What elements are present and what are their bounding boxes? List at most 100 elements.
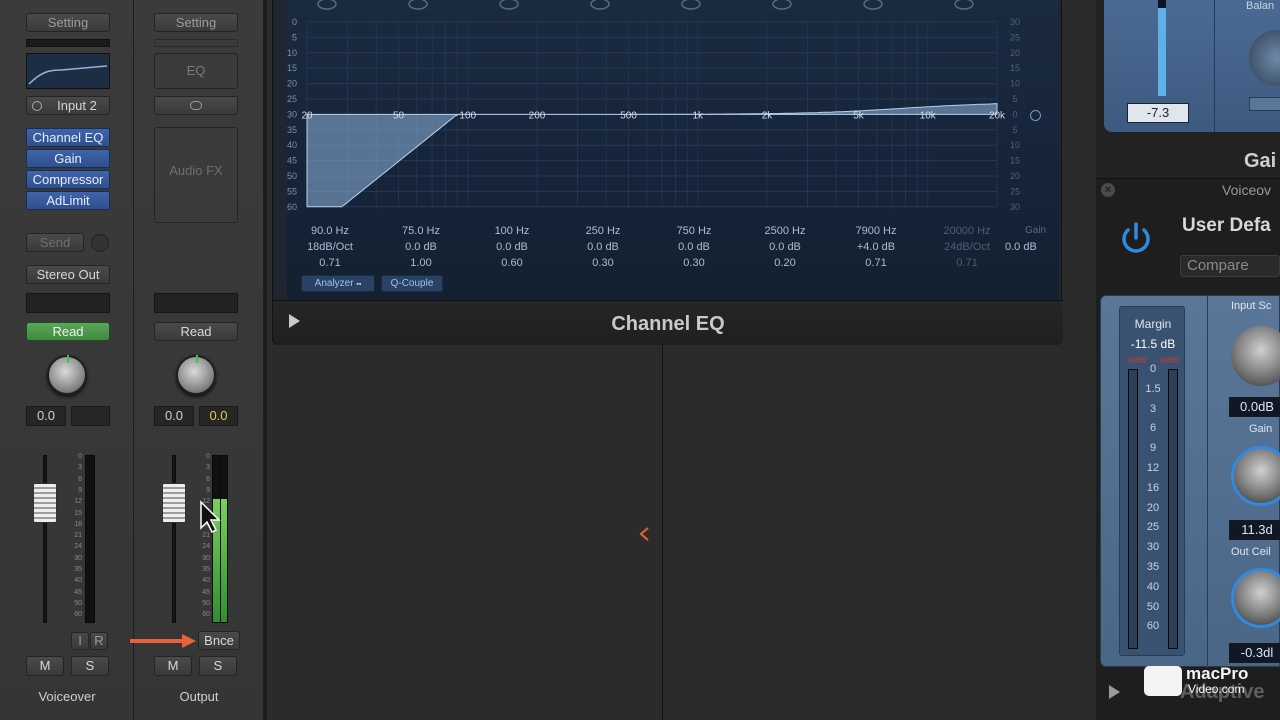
band-gain[interactable]: 0.0 dB (745, 239, 825, 255)
balance-knob[interactable] (1249, 30, 1280, 86)
input-scale-value[interactable]: 0.0dB (1229, 397, 1280, 417)
band-freq[interactable]: 100 Hz (472, 223, 552, 239)
band-q[interactable]: 0.20 (745, 255, 825, 271)
band-gain[interactable]: 0.0 dB (472, 239, 552, 255)
volume-fader-handle[interactable] (162, 483, 186, 523)
band-params[interactable]: 250 Hz 0.0 dB 0.30 (563, 223, 643, 271)
band-freq[interactable]: 2500 Hz (745, 223, 825, 239)
divider (264, 0, 267, 720)
power-icon[interactable] (1116, 219, 1156, 259)
band-freq[interactable]: 250 Hz (563, 223, 643, 239)
fader-scale-tick: 3 (206, 464, 210, 472)
eq-thumbnail[interactable] (26, 53, 110, 89)
meter-scale-tick: 1.5 (1145, 382, 1161, 395)
setting-button[interactable]: Setting (26, 13, 110, 32)
setting-button[interactable]: Setting (154, 13, 238, 32)
gain-value[interactable]: 0.0 dB (1005, 241, 1037, 253)
band-freq[interactable]: 750 Hz (654, 223, 734, 239)
fader-track[interactable] (1158, 0, 1166, 96)
solo-button[interactable]: S (199, 656, 237, 676)
bounce-button[interactable]: Bnce (198, 631, 240, 650)
analyzer-button[interactable]: Analyzer ▪▪ (301, 275, 375, 292)
channel-name[interactable]: Voiceover (0, 689, 134, 704)
plugin-slot-gain[interactable]: Gain (26, 149, 110, 168)
input-slot[interactable]: Input 2 (26, 96, 110, 115)
band-params[interactable]: 750 Hz 0.0 dB 0.30 (654, 223, 734, 271)
plugin-footer-play-icon[interactable] (1109, 685, 1120, 699)
band-q[interactable]: 0.71 (927, 255, 1007, 271)
mouse-cursor-icon (200, 500, 221, 534)
gain-plugin-title: Gai (1244, 150, 1277, 172)
automation-mode-button[interactable]: Read (154, 322, 238, 341)
volume-fader-track[interactable] (172, 455, 176, 623)
band-params[interactable]: 2500 Hz 0.0 dB 0.20 (745, 223, 825, 271)
band-gain[interactable]: 0.0 dB (381, 239, 461, 255)
band-gain[interactable]: 0.0 dB (563, 239, 643, 255)
band-gain[interactable]: 18dB/Oct (290, 239, 370, 255)
q-couple-button[interactable]: Q-Couple (381, 275, 443, 292)
record-enable-button[interactable]: R (90, 632, 108, 650)
volume-fader-handle[interactable] (33, 483, 57, 523)
marker-icon (639, 527, 649, 541)
gain-slider-handle[interactable] (1030, 110, 1041, 121)
out-ceiling-value[interactable]: -0.3dl (1229, 643, 1280, 663)
stereo-link-button[interactable] (154, 96, 238, 115)
pan-knob[interactable] (176, 355, 216, 395)
band-freq[interactable]: 75.0 Hz (381, 223, 461, 239)
band-handle-icon (772, 0, 792, 10)
send-slot[interactable]: Send (26, 233, 84, 252)
balance-slot[interactable] (1249, 97, 1280, 111)
automation-mode-button[interactable]: Read (26, 322, 110, 341)
volume-fader-track[interactable] (43, 455, 47, 623)
input-scale-knob[interactable] (1231, 326, 1280, 386)
band-q[interactable]: 1.00 (381, 255, 461, 271)
band-q[interactable]: 0.71 (836, 255, 916, 271)
group-slot[interactable] (26, 293, 110, 313)
plugin-slot-channel-eq[interactable]: Channel EQ (26, 128, 110, 147)
band-q[interactable]: 0.71 (290, 255, 370, 271)
band-params[interactable]: 100 Hz 0.0 dB 0.60 (472, 223, 552, 271)
band-params[interactable]: 20000 Hz 24dB/Oct 0.71 (927, 223, 1007, 271)
level-meter-right (220, 455, 228, 623)
compare-button[interactable]: Compare (1180, 255, 1280, 277)
band-q[interactable]: 0.60 (472, 255, 552, 271)
gain-knob[interactable] (1231, 446, 1280, 506)
eq-graph[interactable]: 0 5 10 15 20 25 30 35 40 45 50 55 60 30 25 20 15 10 5 0 5 10 1… (287, 0, 1059, 300)
channel-name[interactable]: Output (134, 689, 264, 704)
band-freq[interactable]: 20000 Hz (927, 223, 1007, 239)
group-slot[interactable] (154, 293, 238, 313)
band-handle-icon (954, 0, 974, 10)
volume-value[interactable] (71, 406, 110, 426)
band-gain[interactable]: 24dB/Oct (927, 239, 1007, 255)
preset-menu[interactable]: User Defa (1182, 215, 1271, 237)
output-slot[interactable]: Stereo Out (26, 265, 110, 284)
band-q[interactable]: 0.30 (654, 255, 734, 271)
gain-knob-value[interactable]: 11.3d (1229, 520, 1280, 540)
band-freq[interactable]: 7900 Hz (836, 223, 916, 239)
mute-button[interactable]: M (26, 656, 64, 676)
send-knob[interactable] (91, 234, 109, 252)
out-ceiling-knob[interactable] (1231, 568, 1280, 628)
pan-value[interactable]: 0.0 (26, 406, 66, 426)
volume-value[interactable]: 0.0 (199, 406, 238, 426)
fader-value[interactable]: -7.3 (1127, 103, 1189, 123)
band-params[interactable]: 75.0 Hz 0.0 dB 1.00 (381, 223, 461, 271)
band-params[interactable]: 7900 Hz +4.0 dB 0.71 (836, 223, 916, 271)
band-gain[interactable]: 0.0 dB (654, 239, 734, 255)
band-params[interactable]: 90.0 Hz 18dB/Oct 0.71 (290, 223, 370, 271)
close-icon[interactable]: × (1101, 183, 1115, 197)
band-gain[interactable]: +4.0 dB (836, 239, 916, 255)
pan-knob[interactable] (47, 355, 87, 395)
input-monitor-button[interactable]: I (71, 632, 89, 650)
solo-button[interactable]: S (71, 656, 109, 676)
fader-scale-tick: 9 (78, 486, 82, 494)
plugin-slot-compressor[interactable]: Compressor (26, 170, 110, 189)
audio-fx-slot[interactable]: Audio FX (154, 127, 238, 223)
band-freq[interactable]: 90.0 Hz (290, 223, 370, 239)
band-q[interactable]: 0.30 (563, 255, 643, 271)
eq-slot[interactable]: EQ (154, 53, 238, 89)
channel-strip-partial: -7.3 Balan (1104, 0, 1280, 132)
mute-button[interactable]: M (154, 656, 192, 676)
pan-value[interactable]: 0.0 (154, 406, 194, 426)
plugin-slot-adlimit[interactable]: AdLimit (26, 191, 110, 210)
